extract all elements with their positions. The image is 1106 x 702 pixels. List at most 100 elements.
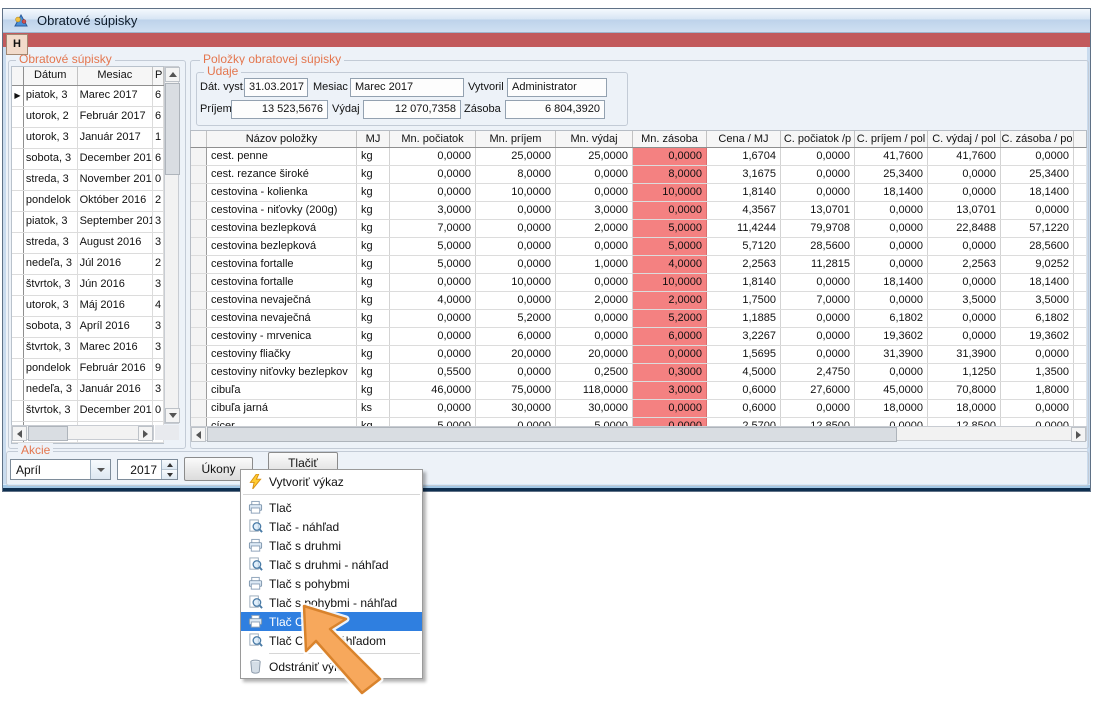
list-cell[interactable]: štvrtok, 3 (24, 338, 78, 358)
table-cell[interactable]: 3,0000 (556, 202, 633, 219)
table-cell[interactable]: 0,0000 (390, 346, 476, 363)
table-cell[interactable]: cestovina - kolienka (207, 184, 357, 201)
row-marker[interactable] (12, 275, 24, 295)
table-cell[interactable]: cestovina nevaječná (207, 310, 357, 327)
table-cell[interactable]: 0,0000 (1001, 202, 1074, 219)
table-cell[interactable]: 18,1400 (855, 184, 928, 201)
row-marker[interactable] (12, 296, 24, 316)
date-list-row[interactable]: štvrtok, 3Jún 20163 (12, 275, 164, 296)
table-cell[interactable]: 1,5695 (707, 346, 781, 363)
table-cell[interactable]: 20,0000 (556, 346, 633, 363)
table-cell[interactable]: 1,7500 (707, 292, 781, 309)
table-cell[interactable]: 18,0000 (928, 400, 1001, 417)
list-cell[interactable]: December 2015 (78, 401, 153, 421)
date-list-vscrollbar[interactable] (164, 66, 179, 424)
table-cell[interactable]: 0,0000 (1001, 346, 1074, 363)
column-header[interactable]: C. výdaj / pol (928, 131, 1001, 147)
table-cell[interactable]: 25,0000 (476, 148, 556, 165)
column-header[interactable]: C. zásoba / po (1001, 131, 1074, 147)
list-cell[interactable]: 0 (153, 401, 164, 421)
table-cell[interactable]: 79,9708 (781, 220, 855, 237)
column-header[interactable]: Mn. zásoba (633, 131, 707, 147)
table-row[interactable]: cestovina - kolienkakg0,000010,00000,000… (191, 184, 1086, 202)
table-cell[interactable]: 3,5000 (1001, 292, 1074, 309)
table-cell[interactable]: 0,0000 (633, 346, 707, 363)
table-cell[interactable]: 2,2563 (707, 256, 781, 273)
table-cell[interactable]: kg (357, 382, 390, 399)
items-table-hscrollbar[interactable] (190, 426, 1087, 441)
table-cell[interactable]: cibuľa (207, 382, 357, 399)
table-cell[interactable]: 18,1400 (855, 274, 928, 291)
list-cell[interactable]: 3 (153, 317, 164, 337)
table-cell[interactable]: 0,0000 (556, 184, 633, 201)
column-header[interactable]: P (153, 67, 164, 85)
table-cell[interactable]: cestovina bezlepková (207, 220, 357, 237)
table-row[interactable]: cestoviny fliačkykg0,000020,000020,00000… (191, 346, 1086, 364)
table-cell[interactable]: ks (357, 400, 390, 417)
table-row[interactable]: cestovina nevaječnákg4,00000,00002,00002… (191, 292, 1086, 310)
list-cell[interactable]: 3 (153, 338, 164, 358)
list-cell[interactable]: nedeľa, 3 (24, 380, 78, 400)
table-cell[interactable]: 2,2563 (928, 256, 1001, 273)
table-cell[interactable]: 0,0000 (476, 292, 556, 309)
row-marker[interactable] (191, 382, 207, 399)
date-list-row[interactable]: pondelokOktóber 20162 (12, 191, 164, 212)
row-marker[interactable] (191, 220, 207, 237)
table-cell[interactable]: 6,0000 (633, 328, 707, 345)
list-cell[interactable]: sobota, 3 (24, 317, 78, 337)
date-list-row[interactable]: utorok, 2Február 20176 (12, 107, 164, 128)
table-cell[interactable]: 0,0000 (390, 400, 476, 417)
table-cell[interactable]: 0,0000 (781, 148, 855, 165)
table-cell[interactable]: 5,0000 (390, 238, 476, 255)
table-row[interactable]: cestovina bezlepkovákg7,00000,00002,0000… (191, 220, 1086, 238)
vydaj-field[interactable]: 12 070,7358 (363, 100, 461, 119)
prijem-field[interactable]: 13 523,5676 (231, 100, 328, 119)
table-cell[interactable]: kg (357, 364, 390, 381)
date-list-row[interactable]: štvrtok, 3Marec 20163 (12, 338, 164, 359)
list-cell[interactable]: 6 (153, 86, 164, 106)
row-marker[interactable] (191, 202, 207, 219)
table-cell[interactable]: kg (357, 238, 390, 255)
row-marker[interactable] (12, 212, 24, 232)
table-row[interactable]: cestoviny niťovky bezlepkovkg0,55000,000… (191, 364, 1086, 382)
table-cell[interactable]: 0,0000 (1001, 400, 1074, 417)
date-list-row[interactable]: štvrtok, 3December 20150 (12, 401, 164, 422)
list-cell[interactable]: December 2016 (78, 149, 153, 169)
spin-up-icon[interactable] (162, 460, 177, 470)
table-cell[interactable]: 3,5000 (928, 292, 1001, 309)
date-list-row[interactable]: utorok, 3Január 20171 (12, 128, 164, 149)
table-cell[interactable]: 0,0000 (855, 202, 928, 219)
table-cell[interactable]: 0,0000 (781, 310, 855, 327)
table-cell[interactable]: 3,0000 (390, 202, 476, 219)
date-list-row[interactable]: streda, 3November 20160 (12, 170, 164, 191)
table-cell[interactable]: 0,0000 (633, 400, 707, 417)
table-cell[interactable]: 6,1802 (855, 310, 928, 327)
list-cell[interactable]: Jún 2016 (78, 275, 153, 295)
table-cell[interactable]: cestovina - niťovky (200g) (207, 202, 357, 219)
table-cell[interactable]: 0,0000 (781, 400, 855, 417)
table-cell[interactable]: 13,0701 (781, 202, 855, 219)
list-cell[interactable]: 9 (153, 359, 164, 379)
row-marker[interactable] (191, 310, 207, 327)
table-cell[interactable]: 0,0000 (781, 166, 855, 183)
list-cell[interactable]: 2 (153, 191, 164, 211)
table-cell[interactable]: cestoviny fliačky (207, 346, 357, 363)
table-cell[interactable]: kg (357, 274, 390, 291)
table-cell[interactable]: 2,0000 (556, 220, 633, 237)
table-cell[interactable]: 0,0000 (928, 274, 1001, 291)
table-cell[interactable]: 6,0000 (476, 328, 556, 345)
row-marker[interactable] (191, 256, 207, 273)
table-cell[interactable]: 0,0000 (390, 166, 476, 183)
table-row[interactable]: cestoviny - mrvenicakg0,00006,00000,0000… (191, 328, 1086, 346)
tab-h[interactable]: H (6, 34, 28, 55)
date-list-row[interactable]: piatok, 3September 20163 (12, 212, 164, 233)
table-cell[interactable]: 0,6000 (707, 400, 781, 417)
table-cell[interactable]: 27,6000 (781, 382, 855, 399)
table-cell[interactable]: kg (357, 256, 390, 273)
table-cell[interactable]: 28,5600 (781, 238, 855, 255)
list-cell[interactable]: utorok, 2 (24, 107, 78, 127)
row-marker[interactable] (12, 338, 24, 358)
row-marker[interactable] (191, 328, 207, 345)
table-cell[interactable]: 10,0000 (633, 184, 707, 201)
table-cell[interactable]: 5,0000 (633, 220, 707, 237)
